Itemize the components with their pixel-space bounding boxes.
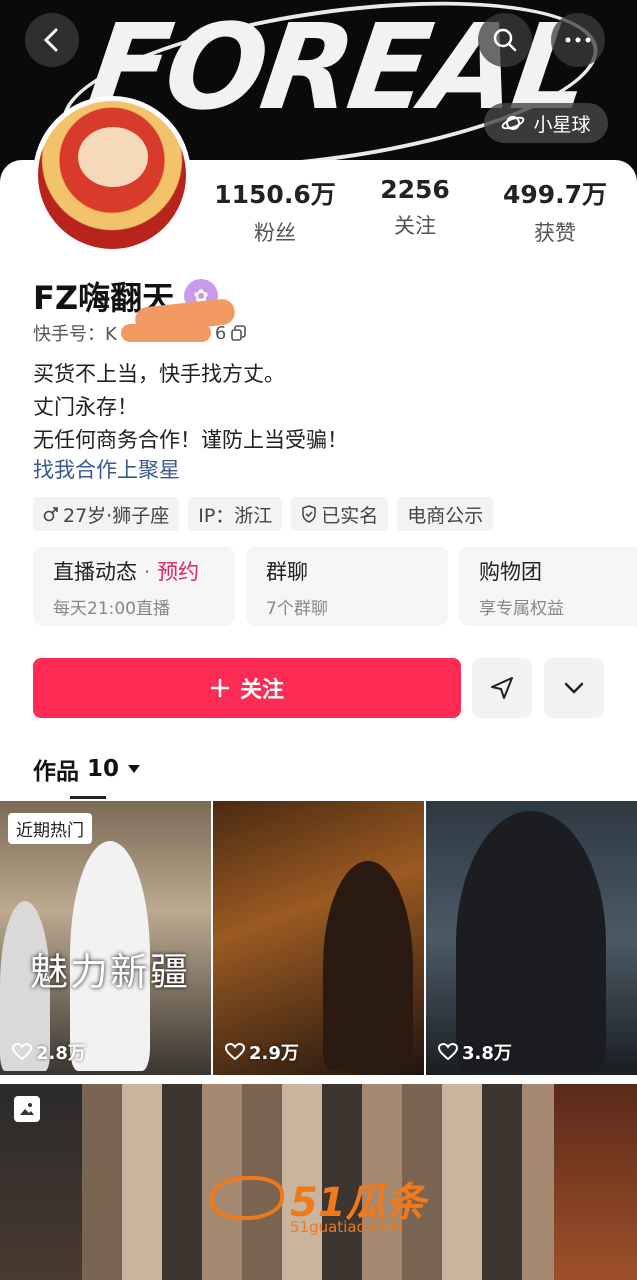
more-dots-icon [565, 37, 591, 43]
uid-suffix: 6 [214, 322, 227, 344]
likes-value: 3.8万 [462, 1043, 512, 1064]
tab-underline [70, 796, 106, 799]
follow-label: 关注 [239, 678, 284, 703]
uid-prefix: 快手号：K [33, 324, 117, 345]
live-card-title: 直播动态 [53, 560, 137, 584]
shop-card-title: 购物团 [479, 560, 542, 584]
figure-shape [456, 811, 606, 1075]
stat-label: 获赞 [534, 221, 576, 245]
search-button[interactable] [478, 13, 532, 67]
works-label: 作品 [33, 759, 79, 785]
watermark-logo: 51瓜条 51guatiao.com [210, 1170, 440, 1240]
bio-line: 丈门永存！ [33, 395, 138, 419]
copy-icon[interactable] [230, 324, 248, 342]
works-count: 10 [87, 756, 120, 782]
video-thumb[interactable] [554, 1084, 637, 1280]
live-card-title-row: 直播动态 · 预约 [53, 556, 215, 586]
heart-icon [438, 1043, 458, 1061]
group-card-title: 群聊 [266, 560, 308, 584]
group-chat-card[interactable]: 群聊 7个群聊 [246, 546, 448, 626]
likes-count: 2.9万 [225, 1039, 299, 1065]
chevron-down-icon [564, 682, 584, 694]
search-icon [493, 28, 517, 52]
heart-icon [225, 1043, 245, 1061]
stat-label: 粉丝 [254, 221, 296, 245]
tag-label: 已实名 [321, 504, 379, 527]
live-card-sub: 每天21:00直播 [53, 599, 170, 619]
send-icon [491, 677, 513, 699]
likes-value: 2.8万 [36, 1043, 86, 1064]
stat-followers[interactable]: 1150.6万 粉丝 [210, 175, 340, 247]
tag-label: 电商公示 [407, 504, 484, 527]
bio-line: 买货不上当，快手找方丈。 [33, 362, 285, 386]
caret-down-icon [128, 765, 141, 773]
figure-shape [323, 861, 413, 1071]
stat-value: 2256 [380, 175, 450, 204]
stat-likes[interactable]: 499.7万 获赞 [490, 175, 620, 247]
live-card[interactable]: 直播动态 · 预约 每天21:00直播 [33, 546, 235, 626]
male-icon [43, 507, 58, 522]
heart-icon [12, 1043, 32, 1061]
planet-button[interactable]: 小星球 [484, 103, 608, 143]
stat-label: 关注 [394, 214, 436, 238]
back-arrow-icon [43, 28, 58, 52]
planet-label: 小星球 [533, 113, 591, 136]
likes-count: 3.8万 [438, 1039, 512, 1065]
hot-badge: 近期热门 [8, 813, 92, 844]
uid-redaction [120, 324, 211, 342]
video-thumb[interactable]: 3.8万 [426, 801, 637, 1075]
likes-value: 2.9万 [249, 1043, 299, 1064]
message-button[interactable] [472, 658, 532, 718]
more-button[interactable] [551, 13, 605, 67]
back-button[interactable] [25, 13, 79, 67]
fish-logo-icon [210, 1176, 284, 1220]
stat-following[interactable]: 2256 关注 [350, 175, 480, 247]
user-id-row: 快手号：K 6 [33, 320, 248, 346]
tag-ip[interactable]: IP：浙江 [188, 497, 283, 531]
planet-icon [502, 116, 525, 130]
tag-label: IP：浙江 [198, 504, 273, 527]
video-thumb[interactable] [0, 1084, 82, 1280]
live-card-reserve[interactable]: 预约 [157, 560, 199, 584]
group-card-sub: 7个群聊 [266, 599, 328, 619]
video-thumb[interactable]: 近期热门 魅力新疆 2.8万 [0, 801, 211, 1075]
avatar[interactable] [33, 96, 191, 254]
more-options-button[interactable] [544, 658, 604, 718]
video-caption: 魅力新疆 [30, 950, 191, 994]
bio-line: 无任何商务合作！谨防上当受骗！ [33, 428, 348, 452]
info-cards-row: 直播动态 · 预约 每天21:00直播 群聊 7个群聊 购物团 享专属权益 [33, 546, 637, 626]
watermark-url: 51guatiao.com [290, 1218, 403, 1236]
tag-label: 27岁·狮子座 [63, 504, 170, 527]
video-thumb[interactable]: 2.9万 [213, 801, 424, 1075]
bio-link[interactable]: 找我合作上聚星 [33, 454, 180, 484]
stat-value: 1150.6万 [214, 180, 336, 209]
live-card-dot: · [143, 560, 151, 584]
tag-verified[interactable]: 已实名 [291, 497, 389, 531]
tab-works[interactable]: 作品 10 [33, 752, 141, 786]
stat-value: 499.7万 [502, 180, 608, 209]
tags-row: 27岁·狮子座 IP：浙江 已实名 电商公示 [33, 497, 494, 531]
plus-icon [210, 678, 230, 698]
follow-button[interactable]: 关注 [33, 658, 461, 718]
image-post-icon [14, 1096, 40, 1122]
bio: 买货不上当，快手找方丈。 丈门永存！ 无任何商务合作！谨防上当受骗！ [33, 358, 348, 457]
likes-count: 2.8万 [12, 1039, 86, 1065]
tag-ecommerce[interactable]: 电商公示 [397, 497, 494, 531]
shop-card-sub: 享专属权益 [479, 599, 564, 619]
stats-row: 1150.6万 粉丝 2256 关注 499.7万 获赞 [210, 175, 620, 247]
shield-icon [302, 505, 317, 523]
shop-group-card[interactable]: 购物团 享专属权益 [459, 546, 637, 626]
tag-age[interactable]: 27岁·狮子座 [33, 497, 180, 531]
